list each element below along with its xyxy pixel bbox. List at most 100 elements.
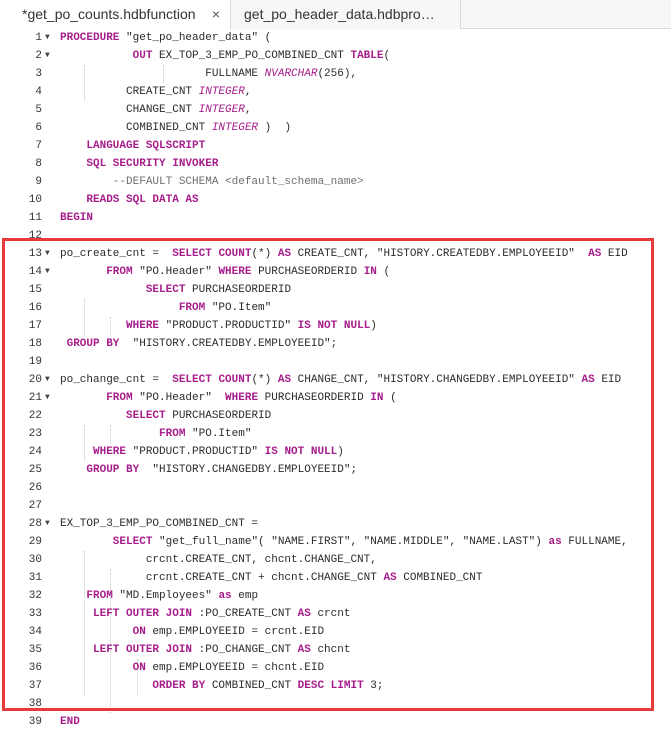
- code-line[interactable]: 1 ▼ PROCEDURE "get_po_header_data" (: [0, 29, 671, 47]
- code-token: ON: [60, 662, 146, 674]
- code-token: PURCHASEORDERID: [258, 392, 371, 404]
- code-token: (: [376, 266, 391, 278]
- code-token: COUNT: [218, 374, 252, 386]
- line-number: 8: [35, 158, 42, 170]
- line-number: 13: [28, 248, 42, 260]
- code-token: SELECT: [60, 536, 153, 548]
- code-line[interactable]: 8 SQL SECURITY INVOKER: [0, 155, 671, 173]
- code-token: PURCHASEORDERID: [165, 410, 272, 422]
- code-token: INTEGER: [211, 122, 259, 134]
- code-text: SQL SECURITY INVOKER: [60, 155, 218, 173]
- code-line[interactable]: 6 COMBINED_CNT INTEGER ) ): [0, 119, 671, 137]
- code-line[interactable]: 30 crcnt.CREATE_CNT, chcnt.CHANGE_CNT,: [0, 551, 671, 569]
- code-line[interactable]: 22 SELECT PURCHASEORDERID: [0, 407, 671, 425]
- code-line[interactable]: 3 FULLNAME NVARCHAR(256),: [0, 65, 671, 83]
- code-line[interactable]: 15 SELECT PURCHASEORDERID: [0, 281, 671, 299]
- code-token: crcnt.CREATE_CNT, chcnt.CHANGE_CNT,: [60, 554, 377, 566]
- code-line[interactable]: 37 ORDER BY COMBINED_CNT DESC LIMIT 3;: [0, 677, 671, 695]
- code-token: AS: [297, 644, 311, 656]
- code-text: FROM "PO.Item": [60, 299, 271, 317]
- code-line[interactable]: 21 ▼ FROM "PO.Header" WHERE PURCHASEORDER…: [0, 389, 671, 407]
- code-token: po_change_cnt =: [60, 374, 173, 386]
- code-token: SELECT: [60, 284, 186, 296]
- code-line[interactable]: 38: [0, 695, 671, 713]
- code-line[interactable]: 4 CREATE_CNT INTEGER,: [0, 83, 671, 101]
- code-line[interactable]: 24 WHERE "PRODUCT.PRODUCTID" IS NOT NULL…: [0, 443, 671, 461]
- code-line[interactable]: 25 GROUP BY "HISTORY.CHANGEDBY.EMPLOYEEI…: [0, 461, 671, 479]
- code-text: END: [60, 713, 80, 731]
- code-line[interactable]: 34 ON emp.EMPLOYEEID = crcnt.EID: [0, 623, 671, 641]
- code-line[interactable]: 35 LEFT OUTER JOIN :PO_CHANGE_CNT AS chc…: [0, 641, 671, 659]
- code-token: LEFT OUTER JOIN: [60, 608, 193, 620]
- code-token: GROUP BY: [60, 338, 120, 350]
- code-token: --DEFAULT SCHEMA <default_schema_name>: [60, 176, 364, 188]
- code-token: "PO.Item": [205, 302, 272, 314]
- code-token: (: [383, 392, 397, 404]
- code-token: COMBINED_CNT: [396, 572, 483, 584]
- code-text: LEFT OUTER JOIN :PO_CHANGE_CNT AS chcnt: [60, 641, 350, 659]
- code-text: COMBINED_CNT INTEGER ) ): [60, 119, 291, 137]
- fold-chevron-icon[interactable]: ▼: [45, 371, 53, 389]
- code-token: "PO.Header": [132, 392, 226, 404]
- line-number: 34: [28, 626, 42, 638]
- code-line[interactable]: 20 ▼ po_change_cnt = SELECT COUNT(*) AS CH…: [0, 371, 671, 389]
- code-text: CHANGE_CNT INTEGER,: [60, 101, 251, 119]
- line-number: 18: [28, 338, 42, 350]
- code-line[interactable]: 13 ▼ po_create_cnt = SELECT COUNT(*) AS CR…: [0, 245, 671, 263]
- code-line[interactable]: 5 CHANGE_CNT INTEGER,: [0, 101, 671, 119]
- code-text: po_change_cnt = SELECT COUNT(*) AS CHANG…: [60, 371, 621, 389]
- code-line[interactable]: 17 WHERE "PRODUCT.PRODUCTID" IS NOT NULL…: [0, 317, 671, 335]
- code-line[interactable]: 39 END: [0, 713, 671, 731]
- code-token: CHANGE_CNT: [60, 104, 199, 116]
- fold-chevron-icon[interactable]: ▼: [45, 29, 53, 47]
- code-line[interactable]: 9 --DEFAULT SCHEMA <default_schema_name>: [0, 173, 671, 191]
- code-text: FULLNAME NVARCHAR(256),: [60, 65, 357, 83]
- line-number: 15: [28, 284, 42, 296]
- code-token: 3;: [363, 680, 384, 692]
- fold-chevron-icon[interactable]: ▼: [45, 515, 53, 533]
- code-line[interactable]: 36 ON emp.EMPLOYEEID = chcnt.EID: [0, 659, 671, 677]
- code-token: SELECT: [60, 410, 166, 422]
- code-token: FROM: [60, 266, 133, 278]
- code-line[interactable]: 27: [0, 497, 671, 515]
- code-line[interactable]: 2 ▼ OUT EX_TOP_3_EMP_PO_COMBINED_CNT TABL…: [0, 47, 671, 65]
- code-token: chcnt: [310, 644, 351, 656]
- code-token: "PO.Header": [132, 266, 219, 278]
- code-line[interactable]: 11 BEGIN: [0, 209, 671, 227]
- tab-get-po-header-data[interactable]: get_po_header_data.hdbproce...: [231, 0, 461, 29]
- code-line[interactable]: 29 SELECT "get_full_name"( "NAME.FIRST",…: [0, 533, 671, 551]
- code-line[interactable]: 32 FROM "MD.Employees" as emp: [0, 587, 671, 605]
- code-line[interactable]: 12: [0, 227, 671, 245]
- code-line[interactable]: 26: [0, 479, 671, 497]
- code-line[interactable]: 16 FROM "PO.Item": [0, 299, 671, 317]
- code-line[interactable]: 28 ▼ EX_TOP_3_EMP_PO_COMBINED_CNT =: [0, 515, 671, 533]
- code-line[interactable]: 10 READS SQL DATA AS: [0, 191, 671, 209]
- code-token: COUNT: [218, 248, 252, 260]
- fold-chevron-icon[interactable]: ▼: [45, 245, 53, 263]
- code-line[interactable]: 23 FROM "PO.Item": [0, 425, 671, 443]
- code-line[interactable]: 18 GROUP BY "HISTORY.CREATEDBY.EMPLOYEEI…: [0, 335, 671, 353]
- code-token: LEFT OUTER JOIN: [60, 644, 193, 656]
- code-token: EID: [594, 374, 622, 386]
- close-icon[interactable]: ×: [212, 0, 220, 28]
- code-line[interactable]: 19: [0, 353, 671, 371]
- code-editor[interactable]: 1 ▼ PROCEDURE "get_po_header_data" (2 ▼ OUT…: [0, 29, 671, 737]
- code-token: (: [383, 50, 391, 62]
- code-token: emp: [231, 590, 259, 602]
- line-number: 14: [28, 266, 42, 278]
- line-number: 12: [28, 230, 42, 242]
- line-number: 5: [35, 104, 42, 116]
- code-line[interactable]: 7 LANGUAGE SQLSCRIPT: [0, 137, 671, 155]
- code-token: GROUP BY: [60, 464, 140, 476]
- fold-chevron-icon[interactable]: ▼: [45, 389, 53, 407]
- code-line[interactable]: 31 crcnt.CREATE_CNT + chcnt.CHANGE_CNT A…: [0, 569, 671, 587]
- line-number: 3: [35, 68, 42, 80]
- line-number: 32: [28, 590, 42, 602]
- code-token: FROM: [60, 302, 206, 314]
- tab-get-po-counts[interactable]: *get_po_counts.hdbfunction ×: [0, 0, 231, 29]
- code-token: AS: [581, 374, 595, 386]
- code-line[interactable]: 14 ▼ FROM "PO.Header" WHERE PURCHASEORDER…: [0, 263, 671, 281]
- code-line[interactable]: 33 LEFT OUTER JOIN :PO_CREATE_CNT AS crc…: [0, 605, 671, 623]
- fold-chevron-icon[interactable]: ▼: [45, 263, 53, 281]
- fold-chevron-icon[interactable]: ▼: [45, 47, 53, 65]
